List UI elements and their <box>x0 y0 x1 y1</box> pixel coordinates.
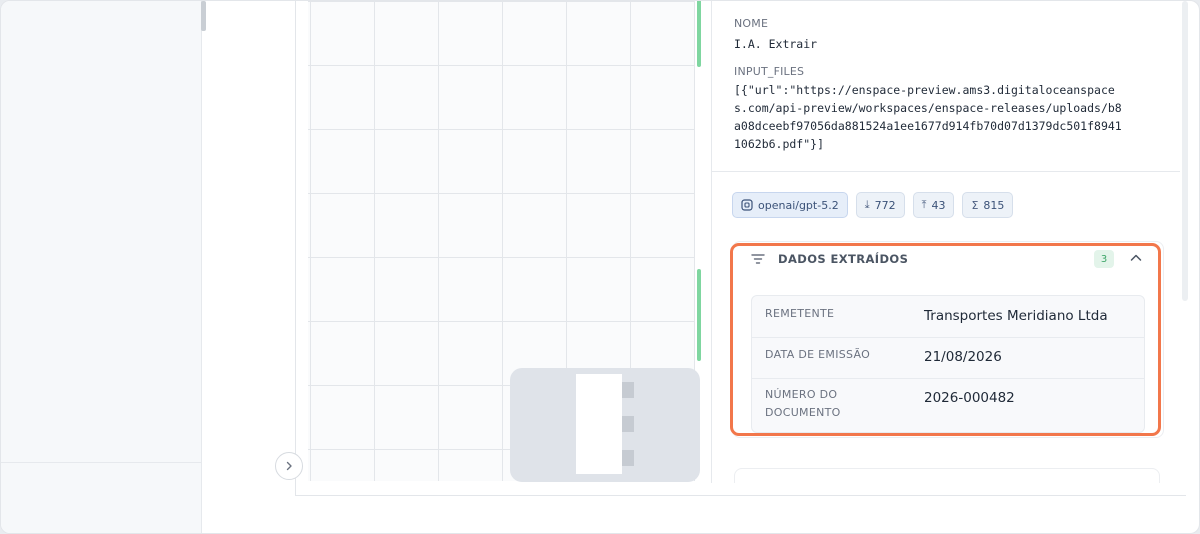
node-body <box>576 374 622 474</box>
upload-icon: ⤒ <box>921 198 927 211</box>
extracted-data-header[interactable]: DADOS EXTRAÍDOS 3 <box>733 242 1163 276</box>
next-section-card <box>734 468 1160 483</box>
row-value: 2026-000482 <box>924 390 1015 406</box>
extracted-count-badge: 3 <box>1094 250 1114 268</box>
section-divider <box>712 171 1180 172</box>
filter-icon <box>751 254 765 264</box>
node-status-bar <box>697 269 701 361</box>
node-port[interactable] <box>622 416 634 432</box>
output-tokens-value: 43 <box>931 198 946 212</box>
expand-sidebar-button[interactable] <box>275 452 303 480</box>
input-files-line: a08dceebf97056da881524a1ee1677d914fb70d0… <box>734 119 1122 133</box>
table-row: DATA DE EMISSÃO 21/08/2026 <box>752 337 1144 379</box>
model-name: openai/gpt-5.2 <box>758 198 839 212</box>
sidebar-scrollbar[interactable] <box>201 1 206 31</box>
left-sidebar <box>1 1 202 533</box>
row-key-line: NÚMERO DO <box>765 388 838 401</box>
stats-chips: openai/gpt-5.2 ⤓ 772 ⤒ 43 Σ 815 <box>732 192 1014 218</box>
download-icon: ⤓ <box>864 198 870 211</box>
input-files-label: INPUT_FILES <box>734 65 805 78</box>
chevron-up-icon[interactable] <box>1128 250 1144 266</box>
name-label: NOME <box>734 17 769 30</box>
chevron-right-icon <box>286 461 292 471</box>
name-value: I.A. Extrair <box>734 37 818 51</box>
total-tokens-chip: Σ 815 <box>962 192 1014 218</box>
table-row: NÚMERO DO DOCUMENTO 2026-000482 <box>752 378 1144 432</box>
row-key-line: DOCUMENTO <box>765 406 841 419</box>
model-chip: openai/gpt-5.2 <box>732 192 848 218</box>
app-window: NOME I.A. Extrair INPUT_FILES [{"url":"h… <box>0 0 1200 534</box>
row-value: Transportes Meridiano Ltda <box>924 308 1108 324</box>
row-value: 21/08/2026 <box>924 349 1002 365</box>
node-status-bar <box>697 1 701 67</box>
model-icon <box>741 199 753 211</box>
input-files-line: [{"url":"https://enspace-preview.ams3.di… <box>734 83 1115 97</box>
row-key: REMETENTE <box>765 307 835 320</box>
node-port[interactable] <box>622 382 634 398</box>
input-tokens-value: 772 <box>874 198 896 212</box>
total-tokens-value: 815 <box>983 198 1005 212</box>
extracted-data-title: DADOS EXTRAÍDOS <box>778 252 909 266</box>
extracted-data-section: DADOS EXTRAÍDOS 3 REMETENTE Transportes … <box>732 241 1164 438</box>
output-tokens-chip: ⤒ 43 <box>912 192 955 218</box>
input-files-line: 1062b6.pdf"}] <box>734 137 825 151</box>
node-details-panel: NOME I.A. Extrair INPUT_FILES [{"url":"h… <box>711 1 1180 483</box>
panel-scrollbar[interactable] <box>1182 1 1188 301</box>
sigma-icon: Σ <box>971 198 979 212</box>
table-row: REMETENTE Transportes Meridiano Ltda <box>752 296 1144 338</box>
input-files-line: s.com/api-preview/workspaces/enspace-rel… <box>734 101 1122 115</box>
node-port[interactable] <box>622 450 634 466</box>
workflow-node[interactable] <box>510 368 700 482</box>
input-tokens-chip: ⤓ 772 <box>855 192 905 218</box>
sidebar-divider <box>1 462 201 463</box>
row-key: NÚMERO DO DOCUMENTO <box>765 386 841 422</box>
row-key: DATA DE EMISSÃO <box>765 348 871 361</box>
extracted-data-table: REMETENTE Transportes Meridiano Ltda DAT… <box>751 295 1145 433</box>
